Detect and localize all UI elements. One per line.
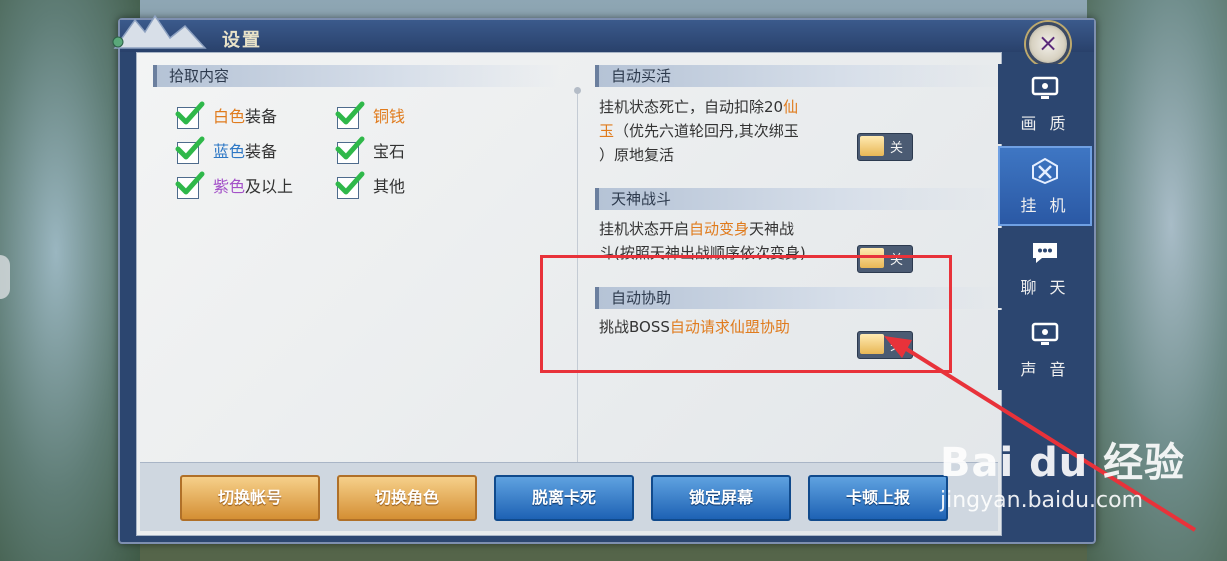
chat-icon (1033, 243, 1057, 263)
unstuck-button[interactable]: 脱离卡死 (494, 475, 634, 521)
annotation-highlight-box (540, 255, 952, 373)
pickup-blue-gear-checkbox[interactable]: 蓝色 装备 (175, 136, 278, 164)
lock-screen-button[interactable]: 锁定屏幕 (651, 475, 791, 521)
tab-graphics[interactable]: 画 质 (998, 64, 1092, 144)
tab-label: 挂 机 (1020, 196, 1070, 215)
divider-dot (574, 87, 581, 94)
pickup-gem-checkbox[interactable]: 宝石 (335, 136, 406, 164)
sound-icon (1031, 322, 1059, 345)
side-tabs: 画 质 挂 机 聊 天 声 音 (998, 64, 1092, 464)
auto-battle-icon (1032, 157, 1058, 185)
baidu-watermark: Bai du 经验 jingyan.baidu.com (940, 430, 1185, 513)
pickup-header: 拾取内容 (153, 65, 559, 87)
pickup-label: 装备 (245, 107, 278, 126)
close-button[interactable]: × (1026, 22, 1070, 66)
watermark-brand: Bai du 经验 (940, 440, 1186, 486)
auto-revive-header: 自动买活 (595, 65, 1001, 87)
pickup-label-color: 铜钱 (373, 107, 406, 126)
god-battle-header: 天神战斗 (595, 188, 1001, 210)
tab-label: 声 音 (1020, 360, 1070, 379)
window-title: 设置 (222, 30, 262, 51)
pickup-label-color: 蓝色 (213, 142, 246, 161)
pickup-label: 其他 (373, 177, 406, 196)
tab-label: 聊 天 (1020, 278, 1070, 297)
edge-handle[interactable] (0, 255, 10, 299)
pickup-label: 装备 (245, 142, 278, 161)
title-bar: 设置 (112, 14, 1094, 52)
watermark-url: jingyan.baidu.com (940, 488, 1144, 513)
switch-account-button[interactable]: 切换帐号 (180, 475, 320, 521)
monitor-icon (1031, 76, 1059, 99)
tab-auto-battle[interactable]: 挂 机 (998, 146, 1092, 226)
auto-revive-toggle[interactable]: 关 (857, 133, 913, 161)
lag-report-button[interactable]: 卡顿上报 (808, 475, 948, 521)
checkmark-icon (175, 171, 205, 199)
pickup-copper-checkbox[interactable]: 铜钱 (335, 101, 406, 129)
mountain-ornament-icon (112, 14, 207, 49)
toggle-knob (860, 136, 884, 156)
checkmark-icon (335, 171, 365, 199)
tab-chat[interactable]: 聊 天 (998, 228, 1092, 308)
checkmark-icon (175, 136, 205, 164)
toggle-label: 关 (890, 141, 904, 156)
pickup-label: 及以上 (245, 177, 294, 196)
checkmark-icon (335, 101, 365, 129)
pickup-other-checkbox[interactable]: 其他 (335, 171, 406, 199)
close-icon: × (1037, 29, 1059, 57)
pickup-white-gear-checkbox[interactable]: 白色 装备 (175, 101, 278, 129)
checkmark-icon (335, 136, 365, 164)
pickup-label-color: 紫色 (213, 177, 246, 196)
auto-revive-description: 挂机状态死亡，自动扣除20仙 玉（优先六道轮回丹,其次绑玉 ）原地复活 (599, 98, 799, 164)
switch-character-button[interactable]: 切换角色 (337, 475, 477, 521)
pickup-label: 宝石 (373, 142, 406, 161)
checkmark-icon (175, 101, 205, 129)
tab-sound[interactable]: 声 音 (998, 310, 1092, 390)
pickup-purple-gear-checkbox[interactable]: 紫色 及以上 (175, 171, 294, 199)
tab-label: 画 质 (1020, 114, 1070, 133)
pickup-label-color: 白色 (213, 107, 246, 126)
footer-bar: 切换帐号 切换角色 脱离卡死 锁定屏幕 卡顿上报 (140, 462, 998, 531)
